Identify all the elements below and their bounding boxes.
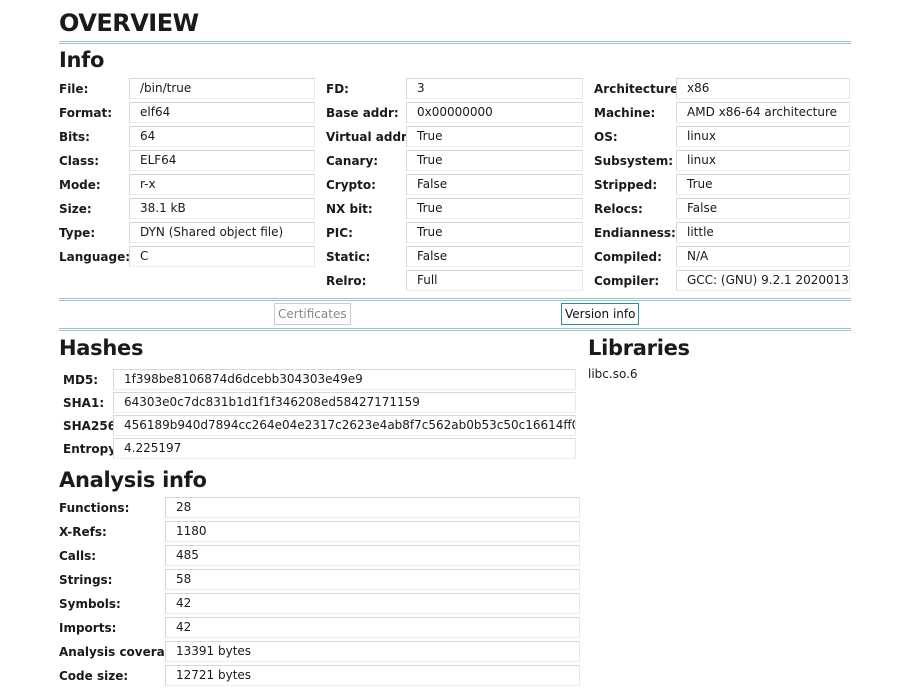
symbols-label: Symbols: [59, 597, 121, 611]
version-info-button[interactable]: Version info [561, 303, 640, 325]
crypto-label: Crypto: [326, 178, 376, 192]
file-label: File: [59, 82, 89, 96]
format-label: Format: [59, 106, 113, 120]
endianness-label: Endianness: [594, 226, 676, 240]
libraries-heading: Libraries [588, 336, 690, 360]
subsystem-label: Subsystem: [594, 154, 674, 168]
fd-label: FD: [326, 82, 349, 96]
compiled-label: Compiled: [594, 250, 662, 264]
type-label: Type: [59, 226, 96, 240]
type-field[interactable]: DYN (Shared object file) [129, 222, 315, 243]
relocs-field[interactable]: False [676, 198, 850, 219]
sha1-field[interactable]: 64303e0c7dc831b1d1f1f346208ed58427171159 [113, 392, 576, 413]
xrefs-label: X-Refs: [59, 525, 107, 539]
imports-field[interactable]: 42 [165, 617, 580, 638]
strings-field[interactable]: 58 [165, 569, 580, 590]
buttons-bottom-divider [59, 328, 851, 331]
nx-bit-label: NX bit: [326, 202, 373, 216]
calls-label: Calls: [59, 549, 97, 563]
pic-label: PIC: [326, 226, 353, 240]
bits-label: Bits: [59, 130, 90, 144]
functions-field[interactable]: 28 [165, 497, 580, 518]
md5-field[interactable]: 1f398be8106874d6dcebb304303e49e9 [113, 369, 576, 390]
strings-label: Strings: [59, 573, 113, 587]
mode-field[interactable]: r-x [129, 174, 315, 195]
info-heading: Info [59, 48, 105, 72]
base-addr-label: Base addr: [326, 106, 399, 120]
xrefs-field[interactable]: 1180 [165, 521, 580, 542]
language-field[interactable]: C [129, 246, 315, 267]
static-label: Static: [326, 250, 371, 264]
os-field[interactable]: linux [676, 126, 850, 147]
symbols-field[interactable]: 42 [165, 593, 580, 614]
page-title: OVERVIEW [59, 9, 199, 37]
sha1-label: SHA1: [63, 396, 105, 410]
fd-field[interactable]: 3 [406, 78, 583, 99]
calls-field[interactable]: 485 [165, 545, 580, 566]
analysis-coverage-field[interactable]: 13391 bytes [165, 641, 580, 662]
functions-label: Functions: [59, 501, 130, 515]
code-size-field[interactable]: 12721 bytes [165, 665, 580, 686]
entropy-field[interactable]: 4.225197 [113, 438, 576, 459]
file-field[interactable]: /bin/true [129, 78, 315, 99]
subsystem-field[interactable]: linux [676, 150, 850, 171]
code-size-label: Code size: [59, 669, 129, 683]
canary-label: Canary: [326, 154, 379, 168]
title-divider [59, 41, 851, 44]
nx-bit-field[interactable]: True [406, 198, 583, 219]
compiled-field[interactable]: N/A [676, 246, 850, 267]
relocs-label: Relocs: [594, 202, 643, 216]
bits-field[interactable]: 64 [129, 126, 315, 147]
stripped-field[interactable]: True [676, 174, 850, 195]
size-label: Size: [59, 202, 92, 216]
static-field[interactable]: False [406, 246, 583, 267]
virtual-addr-field[interactable]: True [406, 126, 583, 147]
architecture-label: Architecture: [594, 82, 684, 96]
class-label: Class: [59, 154, 100, 168]
crypto-field[interactable]: False [406, 174, 583, 195]
buttons-top-divider [59, 298, 851, 301]
size-field[interactable]: 38.1 kB [129, 198, 315, 219]
base-addr-field[interactable]: 0x00000000 [406, 102, 583, 123]
mode-label: Mode: [59, 178, 101, 192]
pic-field[interactable]: True [406, 222, 583, 243]
library-item: libc.so.6 [588, 367, 638, 381]
certificates-button[interactable]: Certificates [274, 303, 351, 325]
relro-label: Relro: [326, 274, 367, 288]
compiler-label: Compiler: [594, 274, 660, 288]
imports-label: Imports: [59, 621, 117, 635]
hashes-heading: Hashes [59, 336, 144, 360]
architecture-field[interactable]: x86 [676, 78, 850, 99]
machine-label: Machine: [594, 106, 656, 120]
class-field[interactable]: ELF64 [129, 150, 315, 171]
compiler-field[interactable]: GCC: (GNU) 9.2.1 20200130 [676, 270, 850, 291]
os-label: OS: [594, 130, 618, 144]
canary-field[interactable]: True [406, 150, 583, 171]
relro-field[interactable]: Full [406, 270, 583, 291]
sha256-field[interactable]: 456189b940d7894cc264e04e2317c2623e4ab8f7… [113, 415, 576, 436]
endianness-field[interactable]: little [676, 222, 850, 243]
stripped-label: Stripped: [594, 178, 658, 192]
machine-field[interactable]: AMD x86-64 architecture [676, 102, 850, 123]
analysis-heading: Analysis info [59, 468, 207, 492]
format-field[interactable]: elf64 [129, 102, 315, 123]
md5-label: MD5: [63, 373, 99, 387]
virtual-addr-label: Virtual addr: [326, 130, 412, 144]
language-label: Language: [59, 250, 131, 264]
